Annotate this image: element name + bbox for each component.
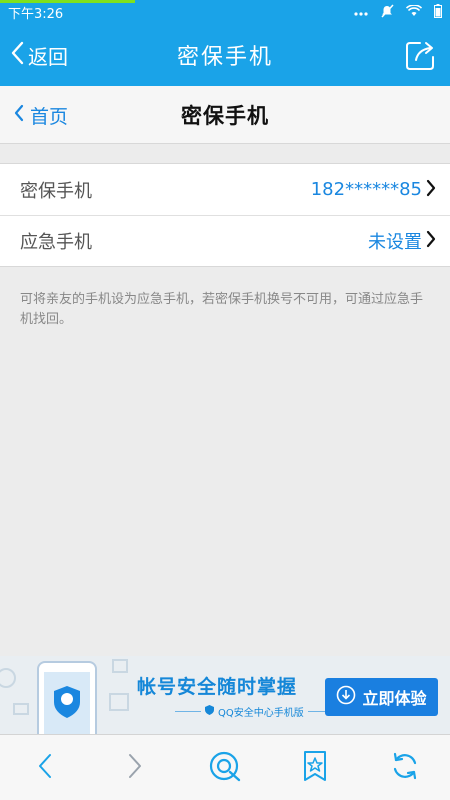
qq-browser-icon <box>208 749 242 787</box>
sub-header: 首页 密保手机 <box>0 86 450 144</box>
share-button[interactable] <box>404 38 438 72</box>
settings-list: 密保手机 182******85 应急手机 未设置 <box>0 163 450 267</box>
qq-browser-button[interactable] <box>203 746 247 790</box>
page-title: 密保手机 <box>176 45 273 70</box>
share-icon <box>404 42 438 76</box>
wifi-icon <box>405 3 423 20</box>
row-value: 182******85 <box>310 179 422 200</box>
bookmark-button[interactable] <box>293 746 337 790</box>
banner-subline: QQ安全中心手机版 <box>175 704 334 719</box>
mute-icon <box>380 3 394 21</box>
forward-nav-button[interactable] <box>113 746 157 790</box>
banner-subline-text: QQ安全中心手机版 <box>218 708 304 719</box>
browser-toolbar <box>0 734 450 800</box>
back-button[interactable]: 返回 <box>10 24 68 86</box>
section-title: 密保手机 <box>181 103 269 128</box>
cta-label: 立即体验 <box>362 689 427 708</box>
arrow-left-icon <box>36 752 54 784</box>
security-phone-row[interactable]: 密保手机 182******85 <box>0 164 450 215</box>
shield-icon <box>205 705 214 718</box>
status-bar: 下午3:26 <box>0 0 450 24</box>
bookmark-star-icon <box>302 750 328 786</box>
home-button[interactable]: 首页 <box>14 86 68 144</box>
row-label: 应急手机 <box>20 232 92 253</box>
try-now-button[interactable]: 立即体验 <box>325 678 438 716</box>
title-bar: 返回 密保手机 <box>0 24 450 86</box>
banner-headline: 帐号安全随时掌握 <box>137 676 298 698</box>
home-label: 首页 <box>30 105 69 128</box>
refresh-button[interactable] <box>383 746 427 790</box>
page-load-progress <box>0 0 135 3</box>
hint-text: 可将亲友的手机设为应急手机，若密保手机换号不可用，可通过应急手机找回。 <box>20 292 424 327</box>
back-nav-button[interactable] <box>23 746 67 790</box>
battery-icon <box>434 3 442 21</box>
emergency-phone-row[interactable]: 应急手机 未设置 <box>0 215 450 266</box>
refresh-icon <box>390 751 420 785</box>
more-icon <box>354 5 368 19</box>
arrow-right-icon <box>126 752 144 784</box>
row-label: 密保手机 <box>20 180 92 202</box>
chevron-left-icon <box>10 41 24 70</box>
chevron-left-icon <box>14 104 24 127</box>
status-time: 下午3:26 <box>8 6 64 22</box>
promo-banner[interactable]: 帐号安全随时掌握 QQ安全中心手机版 立即体验 <box>0 656 450 734</box>
download-circle-icon <box>336 685 356 709</box>
row-value: 未设置 <box>368 232 422 253</box>
back-label: 返回 <box>28 44 68 69</box>
phone-shield-illustration <box>0 659 129 734</box>
chevron-right-icon <box>426 230 436 252</box>
chevron-right-icon <box>426 179 436 201</box>
